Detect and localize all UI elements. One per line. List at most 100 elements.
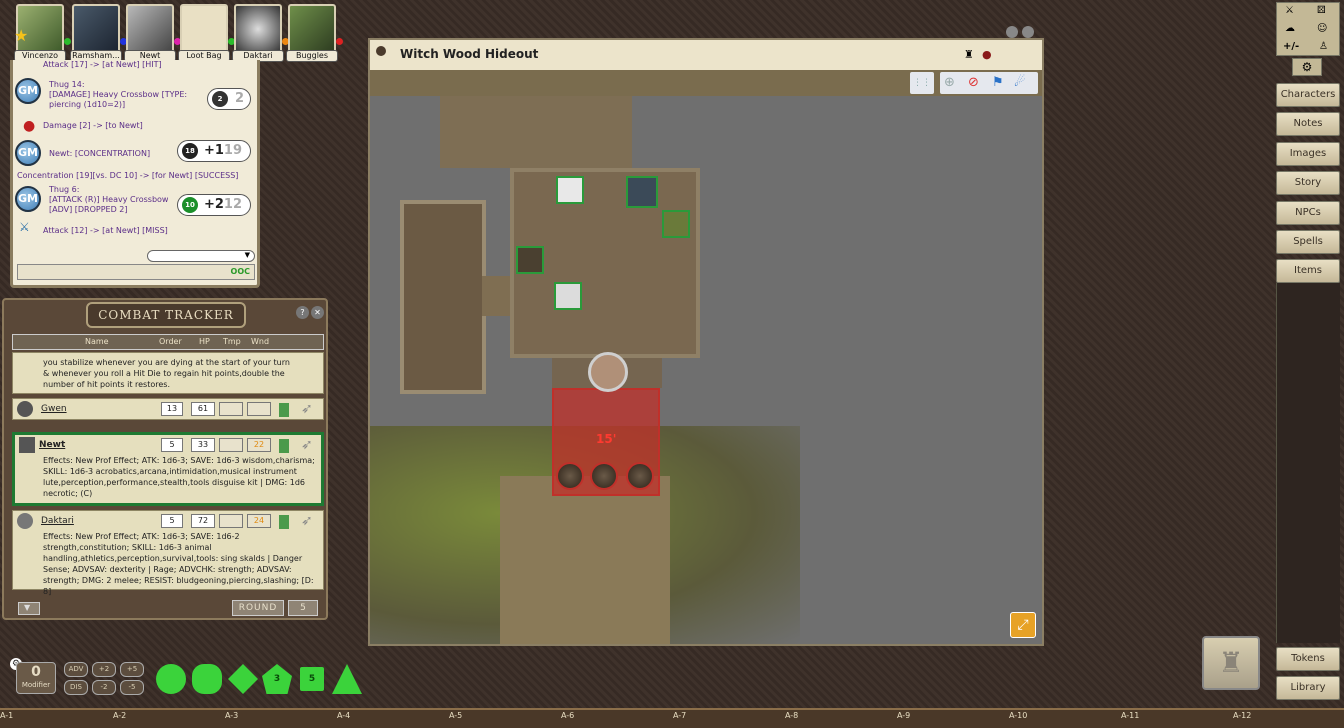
token-newt[interactable] xyxy=(588,352,628,392)
ct-name[interactable]: Newt xyxy=(39,440,65,450)
col-order: Order xyxy=(159,337,182,346)
potion-icon[interactable]: ● xyxy=(982,48,992,61)
sidebar-notes[interactable]: Notes xyxy=(1276,112,1340,136)
party-portrait-newt[interactable]: Newt xyxy=(124,4,181,62)
crosshair-icon[interactable]: ⊕ xyxy=(944,75,955,90)
round-counter[interactable]: 5 xyxy=(288,600,318,616)
ct-name[interactable]: Daktari xyxy=(41,516,74,526)
token-gwen[interactable] xyxy=(516,246,544,274)
target-icon[interactable]: ➶ xyxy=(301,437,313,453)
token-avatar xyxy=(19,437,35,453)
friend-faction-icon[interactable] xyxy=(279,515,289,529)
ct-wnd[interactable]: 24 xyxy=(247,514,271,528)
ct-wnd[interactable]: 22 xyxy=(247,438,271,452)
party-portrait-loot-bag[interactable]: Loot Bag xyxy=(178,4,235,62)
flag-icon[interactable]: ⚑ xyxy=(992,75,1004,90)
dice-tower-icon[interactable]: ⚄ xyxy=(1317,5,1326,16)
status-dot xyxy=(64,38,71,45)
ct-order[interactable]: 13 xyxy=(161,402,183,416)
roll-total: 2 xyxy=(234,91,244,106)
map-tools: ⊕ ⊘ ⚑ ☄ xyxy=(940,72,1038,94)
ct-wnd[interactable] xyxy=(247,402,271,416)
map-canvas[interactable]: 15' xyxy=(370,96,1042,644)
ct-menu-button[interactable]: ▼ xyxy=(18,602,40,615)
people-icon[interactable]: ☺ xyxy=(1317,23,1327,34)
grid-icon[interactable]: ⋮⋮ xyxy=(910,72,934,94)
sidebar-images[interactable]: Images xyxy=(1276,142,1340,166)
ct-tmp[interactable] xyxy=(219,438,243,452)
ct-hp[interactable]: 33 xyxy=(191,438,215,452)
tools-icon[interactable]: ⚔ xyxy=(1285,5,1294,16)
ct-hp[interactable]: 61 xyxy=(191,402,215,416)
chat-attack-line: Attack [17] -> [at Newt] [HIT] xyxy=(43,60,162,69)
mask-icon[interactable]: ☄ xyxy=(1014,75,1026,90)
token-thug[interactable] xyxy=(556,462,584,490)
party-portrait-daktari[interactable]: Daktari xyxy=(232,4,289,62)
hat-icon[interactable]: ♜ xyxy=(964,48,974,61)
ooc-toggle[interactable]: OOC xyxy=(231,267,250,276)
plus5-button[interactable]: +5 xyxy=(120,662,144,677)
plus2-button[interactable]: +2 xyxy=(92,662,116,677)
chat-icon[interactable]: ☁ xyxy=(1285,23,1295,34)
sidebar-story[interactable]: Story xyxy=(1276,171,1340,195)
castle-icon[interactable]: ♜ xyxy=(1202,636,1260,690)
close-icon[interactable]: ✕ xyxy=(311,306,324,319)
dis-button[interactable]: DIS xyxy=(64,680,88,695)
expand-icon[interactable]: ⤢ xyxy=(1010,612,1036,638)
minus2-button[interactable]: -2 xyxy=(92,680,116,695)
round-label: ROUND xyxy=(232,600,284,616)
d12-die[interactable]: 5 xyxy=(300,667,324,691)
ct-order[interactable]: 5 xyxy=(161,514,183,528)
token-ramsham[interactable] xyxy=(626,176,658,208)
adv-button[interactable]: ADV xyxy=(64,662,88,677)
roll-total: 19 xyxy=(223,143,242,158)
d20-icon: 18 xyxy=(182,143,198,159)
d6-die[interactable] xyxy=(192,664,222,694)
d4-die[interactable] xyxy=(156,664,186,694)
person-icon[interactable]: ♙ xyxy=(1319,41,1328,52)
help-icon[interactable]: ? xyxy=(296,306,309,319)
chat-input[interactable]: OOC xyxy=(17,264,255,280)
settings-icon[interactable]: ⚙ xyxy=(1292,58,1322,76)
sidebar-npcs[interactable]: NPCs xyxy=(1276,201,1340,225)
party-portrait-ramsham[interactable]: Ramsham... xyxy=(70,4,127,62)
ct-entry-gwen[interactable]: Gwen 13 61 ➶ xyxy=(12,398,324,420)
modifier-box[interactable]: 0 Modifier xyxy=(16,662,56,694)
ct-tmp[interactable] xyxy=(219,402,243,416)
portrait-image xyxy=(288,4,336,54)
close-icon[interactable] xyxy=(1022,26,1034,38)
minus5-button[interactable]: -5 xyxy=(120,680,144,695)
target-icon[interactable]: ➶ xyxy=(301,513,313,529)
d20-die[interactable] xyxy=(332,664,362,694)
modifier-toggle[interactable]: +/- xyxy=(1283,41,1299,52)
link-icon[interactable] xyxy=(1006,26,1018,38)
target-icon[interactable]: ➶ xyxy=(301,401,313,417)
party-portrait-buggles[interactable]: Buggles xyxy=(286,4,343,62)
ct-tmp[interactable] xyxy=(219,514,243,528)
ct-hp[interactable]: 72 xyxy=(191,514,215,528)
sidebar-library[interactable]: Library xyxy=(1276,676,1340,700)
token-thug[interactable] xyxy=(626,462,654,490)
party-portrait-vincenzo[interactable]: ★ Vincenzo xyxy=(14,4,71,62)
token-vincenzo[interactable] xyxy=(556,176,584,204)
ct-entry-daktari[interactable]: Daktari 5 72 24 ➶ Effects: New Prof Effe… xyxy=(12,510,324,596)
token-daktari[interactable] xyxy=(554,282,582,310)
sidebar-tokens[interactable]: Tokens xyxy=(1276,647,1340,671)
ct-header: Name Order HP Tmp Wnd xyxy=(12,334,324,350)
sidebar-characters[interactable]: Characters xyxy=(1276,83,1340,107)
coord-label: A-8 xyxy=(785,711,799,720)
token-buggles[interactable] xyxy=(662,210,690,238)
d10-die[interactable]: 3 xyxy=(262,664,292,694)
chat-mode-select[interactable]: ▼ xyxy=(147,250,255,262)
roll-total: 12 xyxy=(223,197,242,212)
ct-name[interactable]: Gwen xyxy=(41,404,67,414)
no-pointer-icon[interactable]: ⊘ xyxy=(968,75,979,90)
ct-entry-newt[interactable]: Newt 5 33 22 ➶ Effects: New Prof Effect;… xyxy=(12,432,324,506)
friend-faction-icon[interactable] xyxy=(279,439,289,453)
sidebar-items[interactable]: Items xyxy=(1276,259,1340,283)
token-thug[interactable] xyxy=(590,462,618,490)
ct-order[interactable]: 5 xyxy=(161,438,183,452)
friend-faction-icon[interactable] xyxy=(279,403,289,417)
sidebar-spells[interactable]: Spells xyxy=(1276,230,1340,254)
d8-die[interactable] xyxy=(228,664,258,694)
